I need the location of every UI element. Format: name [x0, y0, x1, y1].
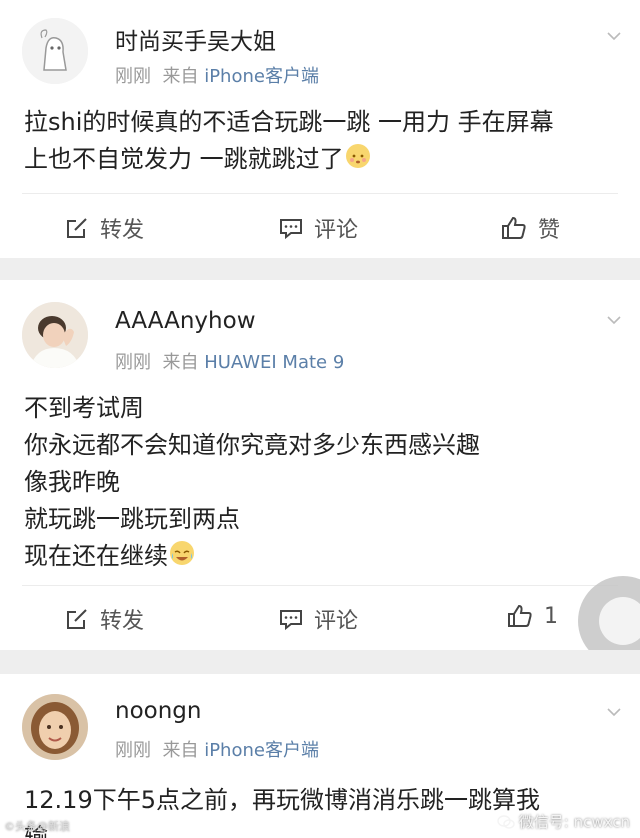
from-label: 来自: [162, 740, 199, 761]
comment-label: 评论: [314, 218, 359, 243]
comment-label: 评论: [314, 609, 359, 634]
username[interactable]: AAAAnyhow: [115, 308, 256, 334]
post-content: 不到考试周 你永远都不会知道你究竟对多少东西感兴趣 像我昨晚 就玩跳一跳玩到两点…: [24, 390, 624, 575]
wechat-icon: [497, 814, 515, 829]
comment-bubble-icon: [280, 219, 302, 240]
post-text-line: 拉shi的时候真的不适合玩跳一跳 一用力 手在屏幕: [24, 108, 554, 136]
post-time: 刚刚: [115, 352, 151, 373]
username[interactable]: 时尚买手吴大姐: [115, 22, 276, 56]
repost-label: 转发: [100, 218, 145, 243]
chevron-down-icon[interactable]: [606, 312, 622, 328]
avatar[interactable]: [22, 18, 88, 84]
post-text-line: 就玩跳一跳玩到两点: [24, 505, 240, 533]
chevron-down-icon[interactable]: [606, 704, 622, 720]
like-button[interactable]: 1: [506, 603, 558, 629]
post-time: 刚刚: [115, 66, 151, 87]
from-label: 来自: [162, 352, 199, 373]
repost-button[interactable]: 转发: [64, 603, 144, 635]
post-gap: [0, 258, 640, 280]
divider: [22, 193, 618, 194]
repost-label: 转发: [100, 609, 145, 634]
divider: [22, 585, 618, 586]
post-source[interactable]: HUAWEI Mate 9: [204, 352, 344, 373]
like-button[interactable]: 赞: [500, 212, 560, 244]
post-meta: 刚刚 来自 iPhone客户端: [115, 736, 319, 762]
from-label: 来自: [162, 66, 199, 87]
chevron-down-icon[interactable]: [606, 28, 622, 44]
weibo-post: AAAAnyhow 刚刚 来自 HUAWEI Mate 9 不到考试周 你永远都…: [0, 280, 640, 650]
edit-share-icon: [67, 218, 87, 238]
post-meta: 刚刚 来自 iPhone客户端: [115, 62, 319, 88]
comment-button[interactable]: 评论: [278, 603, 358, 635]
avatar[interactable]: [22, 302, 88, 368]
thumbs-up-icon: [502, 216, 526, 239]
thumbs-up-icon: [508, 604, 532, 627]
comment-button[interactable]: 评论: [278, 212, 358, 244]
watermark-right: 微信号: ncwxcn: [497, 811, 630, 832]
post-text-line: 现在还在继续: [24, 542, 168, 570]
post-text-line: 你永远都不会知道你究竟对多少东西感兴趣: [24, 431, 480, 459]
like-count: 1: [544, 603, 558, 629]
post-text-line: 上也不自觉发力 一跳就跳过了: [24, 145, 344, 173]
post-time: 刚刚: [115, 740, 151, 761]
avatar[interactable]: [22, 694, 88, 760]
laugh-cry-emoji-icon: [170, 541, 194, 565]
embarrassed-emoji-icon: [345, 144, 370, 168]
edit-share-icon: [67, 609, 87, 629]
post-text-line: 不到考试周: [24, 394, 144, 422]
post-content: 拉shi的时候真的不适合玩跳一跳 一用力 手在屏幕 上也不自觉发力 一跳就跳过了: [24, 104, 624, 178]
post-gap: [0, 650, 640, 674]
username[interactable]: noongn: [115, 698, 201, 724]
like-label: 赞: [538, 218, 561, 243]
post-text-line: 像我昨晚: [24, 468, 120, 496]
watermark-left: ©头条@新浪: [4, 820, 70, 833]
post-source[interactable]: iPhone客户端: [204, 66, 319, 87]
post-source[interactable]: iPhone客户端: [204, 740, 319, 761]
watermark-right-text: 微信号: ncwxcn: [518, 813, 630, 831]
post-meta: 刚刚 来自 HUAWEI Mate 9: [115, 348, 344, 374]
comment-bubble-icon: [280, 610, 302, 631]
weibo-post: 时尚买手吴大姐 刚刚 来自 iPhone客户端 拉shi的时候真的不适合玩跳一跳…: [0, 0, 640, 258]
repost-button[interactable]: 转发: [64, 212, 144, 244]
